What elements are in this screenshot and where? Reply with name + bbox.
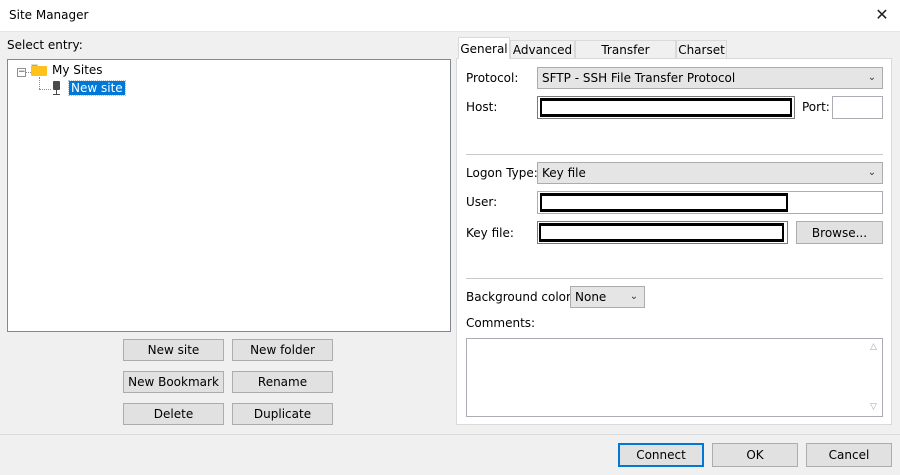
duplicate-button[interactable]: Duplicate — [232, 403, 333, 425]
user-label: User: — [466, 195, 498, 209]
cancel-button[interactable]: Cancel — [806, 443, 892, 467]
protocol-label: Protocol: — [466, 71, 519, 85]
redacted-user — [540, 193, 788, 212]
delete-button[interactable]: Delete — [123, 403, 224, 425]
port-input[interactable] — [832, 96, 883, 119]
tree-connector — [39, 77, 40, 89]
ok-button[interactable]: OK — [712, 443, 798, 467]
new-site-button[interactable]: New site — [123, 339, 224, 361]
tree-item-new-site[interactable]: New site — [68, 80, 126, 96]
tree-connector — [39, 89, 51, 90]
rename-button[interactable]: Rename — [232, 371, 333, 393]
footer-separator — [0, 434, 900, 435]
port-label: Port: — [802, 100, 830, 114]
chevron-down-icon: ⌄ — [867, 167, 877, 178]
server-icon — [53, 81, 60, 95]
host-label: Host: — [466, 100, 498, 114]
tab-charset[interactable]: Charset — [676, 40, 727, 59]
background-color-value: None — [575, 290, 607, 304]
comments-scrollbar[interactable]: △ ▽ — [865, 339, 882, 416]
key-file-label: Key file: — [466, 226, 514, 240]
chevron-down-icon[interactable]: ▽ — [865, 399, 882, 416]
title-bar: Site Manager ✕ — [0, 0, 900, 32]
logon-type-value: Key file — [542, 166, 586, 180]
separator — [466, 154, 883, 155]
connect-button[interactable]: Connect — [618, 443, 704, 467]
new-folder-button[interactable]: New folder — [232, 339, 333, 361]
user-input[interactable] — [537, 191, 883, 214]
chevron-up-icon[interactable]: △ — [865, 339, 882, 356]
background-color-select[interactable]: None ⌄ — [570, 286, 645, 308]
comments-label: Comments: — [466, 316, 536, 330]
separator — [466, 278, 883, 279]
select-entry-label: Select entry: — [7, 38, 83, 52]
comments-textarea[interactable]: △ ▽ — [466, 338, 883, 417]
tab-general[interactable]: General — [458, 37, 510, 59]
folder-icon — [31, 64, 47, 76]
protocol-select[interactable]: SFTP - SSH File Transfer Protocol ⌄ — [537, 67, 883, 89]
chevron-down-icon: ⌄ — [629, 291, 639, 302]
protocol-value: SFTP - SSH File Transfer Protocol — [542, 71, 736, 85]
chevron-down-icon: ⌄ — [867, 72, 877, 83]
host-input[interactable] — [537, 96, 795, 119]
tree-item-my-sites[interactable]: My Sites — [52, 63, 103, 77]
redacted-key-file — [539, 223, 784, 242]
window-title: Site Manager — [9, 8, 89, 22]
tab-transfer-settings[interactable]: Transfer Settings — [575, 40, 676, 75]
browse-button[interactable]: Browse... — [796, 221, 883, 244]
close-icon[interactable]: ✕ — [870, 3, 894, 27]
new-bookmark-button[interactable]: New Bookmark — [123, 371, 224, 393]
tab-advanced[interactable]: Advanced — [510, 40, 575, 59]
redacted-host — [540, 98, 792, 117]
collapse-icon[interactable]: − — [17, 68, 26, 77]
key-file-input[interactable] — [537, 221, 788, 244]
logon-type-select[interactable]: Key file ⌄ — [537, 162, 883, 184]
background-color-label: Background color: — [466, 290, 575, 304]
logon-type-label: Logon Type: — [466, 166, 538, 180]
site-tree[interactable]: − My Sites New site — [7, 59, 451, 332]
